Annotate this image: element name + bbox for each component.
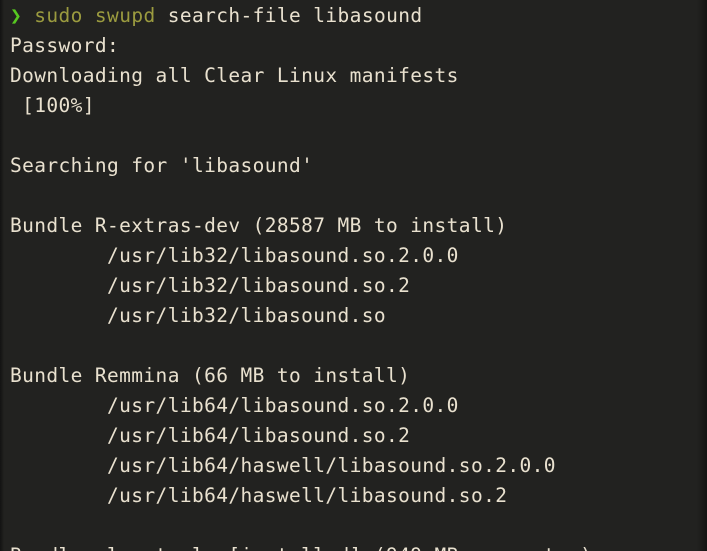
prompt-chevron-icon: ❯: [10, 4, 23, 27]
downloading-line: Downloading all Clear Linux manifests: [10, 64, 459, 87]
bundle-header: Bundle R-extras-dev (28587 MB to install…: [10, 214, 508, 237]
command-name: sudo swupd: [34, 4, 156, 27]
terminal-window[interactable]: ❯ sudo swupd search-file libasound Passw…: [0, 0, 707, 551]
command-arguments: search-file libasound: [167, 4, 423, 27]
bundle-file-path: /usr/lib64/haswell/libasound.so.2.0.0: [10, 454, 556, 477]
searching-line: Searching for 'libasound': [10, 154, 314, 177]
bundle-file-path: /usr/lib64/haswell/libasound.so.2: [10, 484, 508, 507]
prompt-gap: [22, 4, 34, 27]
bundle-file-path: /usr/lib32/libasound.so.2.0.0: [10, 244, 459, 267]
bundle-header: Bundle Remmina (66 MB to install): [10, 364, 411, 387]
prompt-line[interactable]: ❯ sudo swupd search-file libasound: [10, 1, 707, 31]
password-prompt-line: Password:: [10, 34, 120, 57]
bundle-header: Bundle alsa-tools [installed] (949 MB on…: [10, 541, 707, 551]
terminal-screen[interactable]: ❯ sudo swupd search-file libasound Passw…: [0, 1, 707, 551]
bundle-file-path: /usr/lib64/libasound.so.2: [10, 424, 411, 447]
bundle-file-path: /usr/lib64/libasound.so.2.0.0: [10, 394, 459, 417]
bundle-file-path: /usr/lib32/libasound.so.2: [10, 274, 411, 297]
command-gap: [156, 4, 168, 27]
bundle-file-path: /usr/lib32/libasound.so: [10, 304, 387, 327]
progress-line: [100%]: [10, 94, 95, 117]
